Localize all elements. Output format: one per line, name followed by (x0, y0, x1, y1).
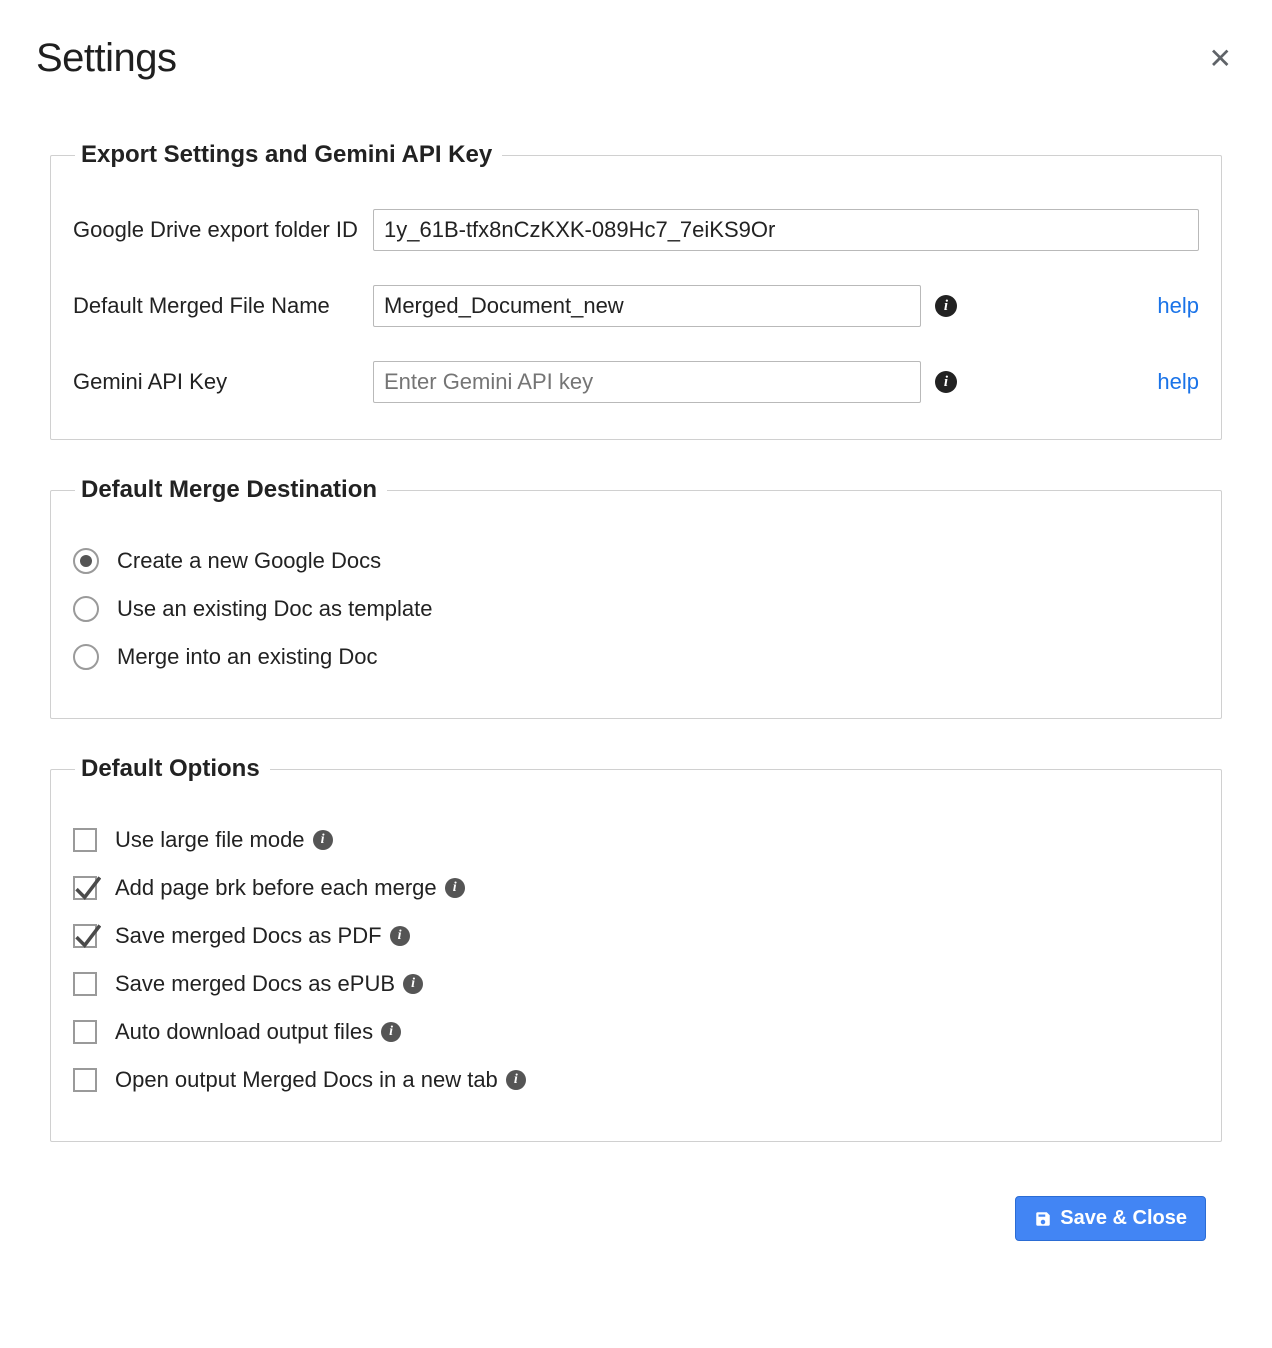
checkbox-icon[interactable] (73, 1020, 97, 1044)
checkbox-icon[interactable] (73, 924, 97, 948)
radio-label: Create a new Google Docs (117, 548, 381, 574)
info-icon[interactable]: i (935, 371, 957, 393)
default-filename-label: Default Merged File Name (73, 293, 373, 319)
gemini-key-row: Gemini API Key i help (73, 361, 1199, 403)
settings-dialog: Settings ✕ Export Settings and Gemini AP… (0, 0, 1272, 1281)
radio-icon[interactable] (73, 596, 99, 622)
save-icon (1034, 1210, 1052, 1228)
option-save-epub[interactable]: Save merged Docs as ePUB i (73, 971, 1199, 997)
page-title: Settings (36, 36, 177, 81)
option-page-break[interactable]: Add page brk before each merge i (73, 875, 1199, 901)
radio-merge-existing[interactable]: Merge into an existing Doc (73, 644, 1199, 670)
radio-label: Use an existing Doc as template (117, 596, 433, 622)
dialog-footer: Save & Close (36, 1178, 1236, 1241)
radio-create-new[interactable]: Create a new Google Docs (73, 548, 1199, 574)
save-button-label: Save & Close (1060, 1207, 1187, 1230)
gemini-key-input[interactable] (373, 361, 921, 403)
checkbox-icon[interactable] (73, 828, 97, 852)
info-icon[interactable]: i (935, 295, 957, 317)
help-link-filename[interactable]: help (1139, 293, 1199, 319)
checkbox-label: Save merged Docs as PDF (115, 923, 382, 949)
radio-label: Merge into an existing Doc (117, 644, 377, 670)
save-close-button[interactable]: Save & Close (1015, 1196, 1206, 1241)
info-icon[interactable]: i (390, 926, 410, 946)
gemini-key-label: Gemini API Key (73, 369, 373, 395)
checkbox-label: Auto download output files (115, 1019, 373, 1045)
info-icon[interactable]: i (445, 878, 465, 898)
help-link-gemini[interactable]: help (1139, 369, 1199, 395)
folder-id-row: Google Drive export folder ID (73, 209, 1199, 251)
option-open-new-tab[interactable]: Open output Merged Docs in a new tab i (73, 1067, 1199, 1093)
radio-icon[interactable] (73, 548, 99, 574)
info-icon[interactable]: i (403, 974, 423, 994)
radio-icon[interactable] (73, 644, 99, 670)
close-icon[interactable]: ✕ (1205, 41, 1236, 77)
dialog-header: Settings ✕ (36, 36, 1236, 81)
folder-id-label: Google Drive export folder ID (73, 217, 373, 243)
radio-existing-template[interactable]: Use an existing Doc as template (73, 596, 1199, 622)
checkbox-icon[interactable] (73, 1068, 97, 1092)
checkbox-label: Open output Merged Docs in a new tab (115, 1067, 498, 1093)
default-filename-input[interactable] (373, 285, 921, 327)
merge-destination-legend: Default Merge Destination (75, 476, 387, 504)
option-auto-download[interactable]: Auto download output files i (73, 1019, 1199, 1045)
default-options-legend: Default Options (75, 755, 270, 783)
default-filename-row: Default Merged File Name i help (73, 285, 1199, 327)
checkbox-icon[interactable] (73, 876, 97, 900)
merge-destination-fieldset: Default Merge Destination Create a new G… (50, 476, 1222, 719)
info-icon[interactable]: i (313, 830, 333, 850)
checkbox-label: Save merged Docs as ePUB (115, 971, 395, 997)
checkbox-label: Use large file mode (115, 827, 305, 853)
export-settings-fieldset: Export Settings and Gemini API Key Googl… (50, 141, 1222, 440)
folder-id-input[interactable] (373, 209, 1199, 251)
info-icon[interactable]: i (506, 1070, 526, 1090)
export-settings-legend: Export Settings and Gemini API Key (75, 141, 502, 169)
option-large-file-mode[interactable]: Use large file mode i (73, 827, 1199, 853)
checkbox-label: Add page brk before each merge (115, 875, 437, 901)
default-options-fieldset: Default Options Use large file mode i Ad… (50, 755, 1222, 1142)
info-icon[interactable]: i (381, 1022, 401, 1042)
option-save-pdf[interactable]: Save merged Docs as PDF i (73, 923, 1199, 949)
checkbox-icon[interactable] (73, 972, 97, 996)
